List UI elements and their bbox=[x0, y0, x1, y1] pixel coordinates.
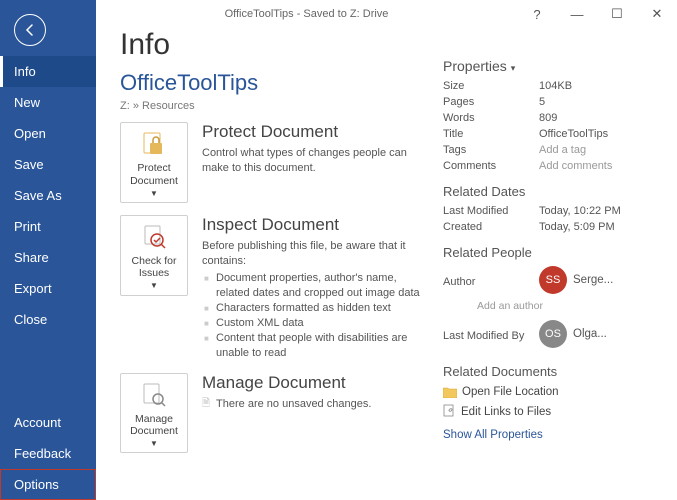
inspect-button-label: Check for Issues bbox=[123, 255, 185, 280]
backstage-sidebar: Info New Open Save Save As Print Share E… bbox=[0, 0, 96, 500]
window-title: OfficeToolTips - Saved to Z: Drive bbox=[96, 8, 517, 20]
nav-options[interactable]: Options bbox=[0, 469, 96, 500]
last-modified-value: Today, 10:22 PM bbox=[539, 205, 661, 217]
prop-pages-label: Pages bbox=[443, 96, 539, 108]
prop-pages-value: 5 bbox=[539, 96, 661, 108]
nav-print[interactable]: Print bbox=[0, 211, 96, 242]
prop-size-value: 104KB bbox=[539, 80, 661, 92]
links-icon bbox=[443, 404, 456, 420]
arrow-left-icon bbox=[22, 22, 38, 38]
nav-share[interactable]: Share bbox=[0, 242, 96, 273]
document-icon: 🗎 bbox=[202, 397, 210, 411]
protect-title: Protect Document bbox=[202, 122, 423, 142]
inspect-list: Document properties, author's name, rela… bbox=[202, 271, 423, 360]
inspect-desc: Before publishing this file, be aware th… bbox=[202, 239, 423, 269]
document-name[interactable]: OfficeToolTips bbox=[120, 70, 423, 96]
manage-title: Manage Document bbox=[202, 373, 423, 393]
nav-account[interactable]: Account bbox=[0, 407, 96, 438]
nav-save[interactable]: Save bbox=[0, 149, 96, 180]
edit-links-to-files[interactable]: Edit Links to Files bbox=[443, 401, 661, 423]
nav-open[interactable]: Open bbox=[0, 118, 96, 149]
maximize-button[interactable]: ☐ bbox=[597, 6, 637, 22]
prop-words-label: Words bbox=[443, 112, 539, 124]
prop-words-value: 809 bbox=[539, 112, 661, 124]
lock-icon bbox=[123, 129, 185, 159]
prop-size-label: Size bbox=[443, 80, 539, 92]
prop-comments-label: Comments bbox=[443, 160, 539, 172]
titlebar: OfficeToolTips - Saved to Z: Drive ? — ☐… bbox=[96, 0, 677, 28]
avatar[interactable]: SS bbox=[539, 266, 567, 294]
check-for-issues-button[interactable]: Check for Issues▼ bbox=[120, 215, 188, 296]
chevron-down-icon: ▼ bbox=[150, 439, 158, 449]
document-path: Z: » Resources bbox=[120, 100, 423, 112]
inspect-item: Content that people with disabilities ar… bbox=[202, 331, 423, 361]
protect-button-label: Protect Document bbox=[123, 162, 185, 187]
inspect-item: Document properties, author's name, rela… bbox=[202, 271, 423, 301]
author-label: Author bbox=[443, 276, 539, 288]
author-name[interactable]: Serge... bbox=[573, 274, 613, 286]
inspect-item: Characters formatted as hidden text bbox=[202, 301, 423, 316]
related-people-header: Related People bbox=[443, 245, 661, 260]
created-value: Today, 5:09 PM bbox=[539, 221, 661, 233]
nav-export[interactable]: Export bbox=[0, 273, 96, 304]
close-button[interactable]: ✕ bbox=[637, 6, 677, 22]
prop-tags-value[interactable]: Add a tag bbox=[539, 144, 661, 156]
manage-icon bbox=[123, 380, 185, 410]
chevron-down-icon: ▾ bbox=[511, 63, 516, 73]
manage-button-label: Manage Document bbox=[123, 413, 185, 438]
related-dates-header: Related Dates bbox=[443, 184, 661, 199]
back-button[interactable] bbox=[14, 14, 46, 46]
created-label: Created bbox=[443, 221, 539, 233]
nav-close[interactable]: Close bbox=[0, 304, 96, 335]
chevron-down-icon: ▼ bbox=[150, 189, 158, 199]
prop-title-value[interactable]: OfficeToolTips bbox=[539, 128, 661, 140]
add-author[interactable]: Add an author bbox=[477, 300, 661, 312]
nav-feedback[interactable]: Feedback bbox=[0, 438, 96, 469]
inspect-title: Inspect Document bbox=[202, 215, 423, 235]
inspect-icon bbox=[123, 222, 185, 252]
open-file-location[interactable]: Open File Location bbox=[443, 383, 661, 401]
manage-document-button[interactable]: Manage Document▼ bbox=[120, 373, 188, 454]
last-modified-by-name[interactable]: Olga... bbox=[573, 328, 607, 340]
last-modified-by-label: Last Modified By bbox=[443, 330, 539, 342]
prop-tags-label: Tags bbox=[443, 144, 539, 156]
avatar[interactable]: OS bbox=[539, 320, 567, 348]
chevron-down-icon: ▼ bbox=[150, 281, 158, 291]
show-all-properties[interactable]: Show All Properties bbox=[443, 429, 661, 441]
nav-save-as[interactable]: Save As bbox=[0, 180, 96, 211]
manage-desc: There are no unsaved changes. bbox=[216, 397, 371, 412]
properties-header[interactable]: Properties ▾ bbox=[443, 58, 661, 74]
help-button[interactable]: ? bbox=[517, 7, 557, 22]
page-title: Info bbox=[120, 28, 423, 62]
protect-document-button[interactable]: Protect Document ▼ bbox=[120, 122, 188, 203]
folder-icon bbox=[443, 387, 457, 398]
prop-comments-value[interactable]: Add comments bbox=[539, 160, 661, 172]
nav-new[interactable]: New bbox=[0, 87, 96, 118]
protect-desc: Control what types of changes people can… bbox=[202, 146, 423, 176]
minimize-button[interactable]: — bbox=[557, 7, 597, 22]
last-modified-label: Last Modified bbox=[443, 205, 539, 217]
related-documents-header: Related Documents bbox=[443, 364, 661, 379]
inspect-item: Custom XML data bbox=[202, 316, 423, 331]
prop-title-label: Title bbox=[443, 128, 539, 140]
nav-info[interactable]: Info bbox=[0, 56, 96, 87]
